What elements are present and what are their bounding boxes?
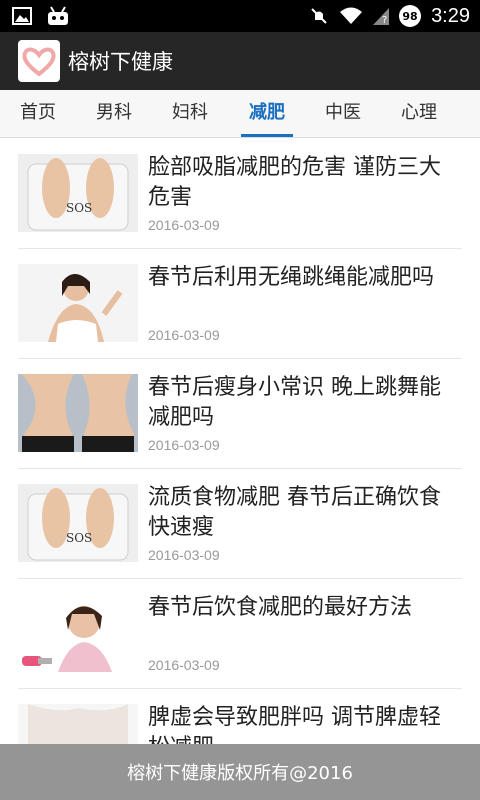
status-time: 3:29 (431, 4, 470, 27)
footer-copyright: 榕树下健康版权所有@2016 (0, 744, 480, 800)
article-thumbnail (18, 264, 138, 342)
tab-home[interactable]: 首页 (20, 90, 56, 138)
list-item[interactable]: 春节后瘦身小常识 晚上跳舞能减肥吗 2016-03-09 (18, 359, 462, 469)
heart-hands-logo[interactable] (18, 40, 60, 82)
article-title: 流质食物减肥 春节后正确饮食快速瘦 (148, 485, 441, 540)
article-thumbnail: SOS (18, 484, 138, 562)
tab-gynecology[interactable]: 妇科 (172, 90, 208, 138)
list-item[interactable]: SOS 脸部吸脂减肥的危害 谨防三大危害 2016-03-09 (18, 139, 462, 249)
footer-text: 榕树下健康版权所有@2016 (127, 763, 353, 784)
tab-andrology[interactable]: 男科 (96, 90, 132, 138)
article-date: 2016-03-09 (148, 657, 220, 673)
article-thumbnail: SOS (18, 154, 138, 232)
article-date: 2016-03-09 (148, 217, 220, 233)
tab-tcm[interactable]: 中医 (325, 90, 361, 138)
article-thumbnail (18, 704, 138, 744)
image-icon (12, 7, 32, 25)
list-item[interactable]: SOS 流质食物减肥 春节后正确饮食快速瘦 2016-03-09 (18, 469, 462, 579)
svg-text:?: ? (382, 15, 387, 26)
article-title: 脾虚会导致肥胖吗 调节脾虚轻松减肥 (148, 705, 441, 744)
article-date: 2016-03-09 (148, 437, 220, 453)
battery-icon: 98 (399, 5, 422, 27)
svg-text:SOS: SOS (66, 531, 92, 545)
list-item[interactable]: 春节后利用无绳跳绳能减肥吗 2016-03-09 (18, 249, 462, 359)
svg-text:SOS: SOS (66, 201, 92, 215)
article-title: 春节后饮食减肥的最好方法 (148, 595, 413, 620)
app-bar: 榕树下健康 (0, 32, 480, 90)
list-item[interactable]: 脾虚会导致肥胖吗 调节脾虚轻松减肥 (18, 689, 462, 744)
mute-icon (311, 8, 327, 24)
tab-bar: 首页 男科 妇科 减肥 中医 心理 (0, 90, 480, 138)
list-item[interactable]: 春节后饮食减肥的最好方法 2016-03-09 (18, 579, 462, 689)
status-bar: ? 98 3:29 (0, 0, 480, 32)
article-date: 2016-03-09 (148, 547, 220, 563)
article-title: 春节后瘦身小常识 晚上跳舞能减肥吗 (148, 375, 441, 430)
android-icon (48, 6, 68, 25)
article-title: 春节后利用无绳跳绳能减肥吗 (148, 265, 435, 290)
tab-weight-loss[interactable]: 减肥 (249, 90, 285, 138)
article-thumbnail (18, 374, 138, 452)
article-list: SOS 脸部吸脂减肥的危害 谨防三大危害 2016-03-09 春节后利用无绳跳… (0, 139, 480, 744)
wifi-icon (340, 7, 363, 24)
app-title: 榕树下健康 (68, 50, 173, 74)
tab-psychology[interactable]: 心理 (401, 90, 437, 138)
article-title: 脸部吸脂减肥的危害 谨防三大危害 (148, 155, 441, 210)
article-thumbnail (18, 594, 138, 672)
active-tab-indicator (241, 134, 293, 137)
article-date: 2016-03-09 (148, 327, 220, 343)
no-signal-icon: ? (373, 8, 390, 26)
